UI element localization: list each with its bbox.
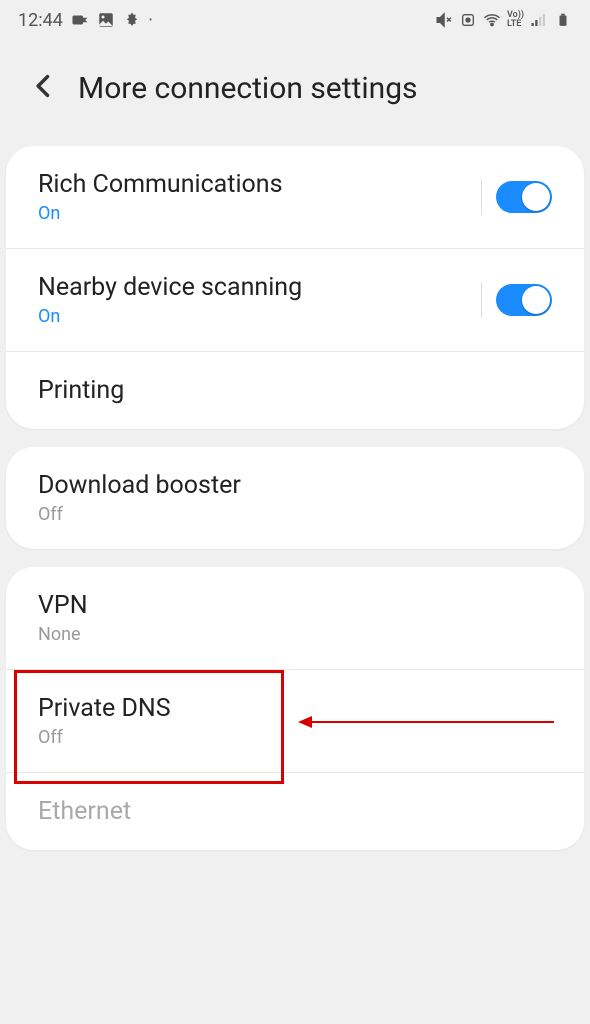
page-title: More connection settings [78, 71, 418, 106]
dot-icon: • [149, 15, 152, 26]
signal-icon [530, 11, 548, 29]
data-saver-icon [459, 11, 477, 29]
status-time: 12:44 [18, 10, 63, 31]
settings-group-2: Download booster Off [6, 447, 584, 549]
mute-icon [435, 11, 453, 29]
row-status: Off [38, 504, 241, 525]
row-title: VPN [38, 591, 88, 620]
row-status: On [38, 306, 302, 327]
settings-group-3: VPN None Private DNS Off Ethernet [6, 567, 584, 850]
row-rich-communications[interactable]: Rich Communications On [6, 146, 584, 249]
row-title: Rich Communications [38, 170, 283, 199]
row-title: Download booster [38, 471, 241, 500]
row-vpn[interactable]: VPN None [6, 567, 584, 670]
wifi-icon [483, 11, 501, 29]
toggle-nearby-scanning[interactable] [496, 284, 552, 316]
row-title: Private DNS [38, 694, 171, 723]
divider [481, 282, 482, 318]
toggle-rich-communications[interactable] [496, 181, 552, 213]
row-title: Ethernet [38, 797, 131, 826]
battery-icon [554, 11, 572, 29]
row-title: Printing [38, 376, 124, 405]
back-button[interactable] [30, 70, 58, 106]
lte-icon: Vo))LTE [507, 11, 524, 29]
divider [481, 179, 482, 215]
outlook-icon [71, 11, 89, 29]
image-icon [97, 11, 115, 29]
row-download-booster[interactable]: Download booster Off [6, 447, 584, 549]
row-ethernet[interactable]: Ethernet [6, 773, 584, 850]
page-header: More connection settings [0, 40, 590, 146]
status-bar: 12:44 • Vo))LTE [0, 0, 590, 40]
row-status: None [38, 624, 88, 645]
row-printing[interactable]: Printing [6, 352, 584, 429]
row-nearby-scanning[interactable]: Nearby device scanning On [6, 249, 584, 352]
puzzle-icon [123, 11, 141, 29]
row-status: Off [38, 727, 171, 748]
row-title: Nearby device scanning [38, 273, 302, 302]
row-status: On [38, 203, 283, 224]
row-private-dns[interactable]: Private DNS Off [6, 670, 584, 773]
settings-group-1: Rich Communications On Nearby device sca… [6, 146, 584, 429]
